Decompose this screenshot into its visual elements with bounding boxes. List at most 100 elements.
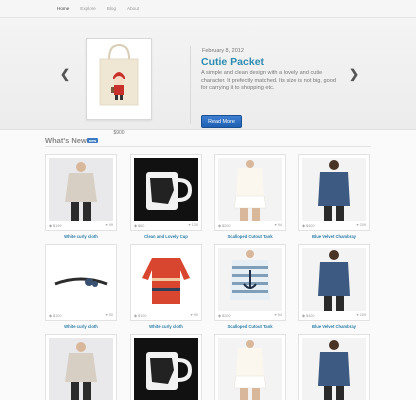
white-cloth-image xyxy=(49,338,113,400)
tank-image xyxy=(218,338,282,400)
product-image[interactable] xyxy=(218,338,282,400)
new-badge: new xyxy=(87,138,98,143)
product-image[interactable] xyxy=(49,338,113,400)
likes-label[interactable]: ♥ 90 xyxy=(190,313,198,317)
likes-label[interactable]: ♥ 209 xyxy=(356,223,366,227)
product-caption[interactable]: Scalloped Cutout Tank xyxy=(214,324,286,329)
read-more-button[interactable]: Read More xyxy=(201,115,242,128)
likes-label[interactable]: ♥ 99 xyxy=(105,223,113,227)
product-meta: ◆ $60 ♥ 130 xyxy=(134,223,198,229)
cup-image xyxy=(134,158,198,221)
price-label: ◆ $400 xyxy=(302,313,314,318)
hero-price: $900 xyxy=(113,130,125,136)
price-value: $400 xyxy=(305,314,315,318)
hero-carousel: ❮ ❯ $900 February 8, 2012 Cutie Packet A… xyxy=(0,18,416,136)
product-card[interactable]: ◆ $199 ♥ 99 xyxy=(45,154,117,231)
tank-image xyxy=(218,158,282,221)
price-label: ◆ $100 xyxy=(49,313,61,318)
product-meta: ◆ $199 ♥ 99 xyxy=(49,223,113,229)
chevron-left-icon[interactable]: ❮ xyxy=(60,68,70,80)
likes-label[interactable]: ♥ 94 xyxy=(274,223,282,227)
product-card[interactable] xyxy=(214,334,286,400)
chambray-image xyxy=(302,248,366,311)
product-meta: ◆ $400 ♥ 209 xyxy=(302,223,366,229)
product-caption[interactable]: Clean and Lovely Cup xyxy=(130,234,202,239)
product-card[interactable] xyxy=(130,334,202,400)
chambray-image xyxy=(302,158,366,221)
main-nav: Home Explore Blog About xyxy=(57,6,150,12)
price-label: ◆ $100 xyxy=(134,313,146,318)
product-image[interactable] xyxy=(302,158,366,221)
product-card[interactable] xyxy=(298,334,370,400)
anchor-sweater-image xyxy=(218,248,282,311)
product-card[interactable]: ◆ $200 ♥ 94 xyxy=(214,244,286,321)
product-meta: ◆ $400 ♥ 209 xyxy=(302,313,366,319)
product-meta: ◆ $100 ♥ 90 xyxy=(134,313,198,319)
hero-date: February 8, 2012 xyxy=(202,48,244,54)
white-cloth-image xyxy=(49,158,113,221)
likes-label[interactable]: ♥ 90 xyxy=(105,313,113,317)
likes-label[interactable]: ♥ 209 xyxy=(356,313,366,317)
price-label: ◆ $200 xyxy=(218,223,230,228)
hero-product-image[interactable] xyxy=(86,38,152,120)
product-caption[interactable]: Blue Velvet Chambray xyxy=(298,324,370,329)
product-caption[interactable]: White curly cloth xyxy=(45,324,117,329)
product-card[interactable]: ◆ $400 ♥ 209 xyxy=(298,244,370,321)
likes-count: 90 xyxy=(193,313,198,317)
likes-count: 130 xyxy=(191,223,198,227)
product-image[interactable] xyxy=(134,158,198,221)
product-caption[interactable]: White curly cloth xyxy=(130,324,202,329)
likes-count: 99 xyxy=(108,223,113,227)
chevron-right-icon[interactable]: ❯ xyxy=(349,68,359,80)
product-image[interactable] xyxy=(218,158,282,221)
section-divider xyxy=(45,146,371,147)
product-card[interactable]: ◆ $100 ♥ 90 xyxy=(130,244,202,321)
product-card[interactable]: ◆ $200 ♥ 94 xyxy=(214,154,286,231)
likes-label[interactable]: ♥ 94 xyxy=(274,313,282,317)
chambray-image xyxy=(302,338,366,400)
price-value: $100 xyxy=(137,314,147,318)
nav-explore[interactable]: Explore xyxy=(80,6,96,12)
price-label: ◆ $200 xyxy=(218,313,230,318)
product-caption[interactable]: Scalloped Cutout Tank xyxy=(214,234,286,239)
likes-label[interactable]: ♥ 130 xyxy=(188,223,198,227)
price-value: $400 xyxy=(305,224,315,228)
likes-count: 90 xyxy=(108,313,113,317)
product-meta: ◆ $100 ♥ 90 xyxy=(49,313,113,319)
sweater-image xyxy=(134,248,198,311)
product-meta: ◆ $200 ♥ 94 xyxy=(218,223,282,229)
price-label: ◆ $199 xyxy=(49,223,61,228)
product-card[interactable]: ◆ $60 ♥ 130 xyxy=(130,154,202,231)
nav-about[interactable]: About xyxy=(127,6,139,12)
price-value: $200 xyxy=(221,314,231,318)
headband-image xyxy=(49,248,113,311)
product-card[interactable]: ◆ $100 ♥ 90 xyxy=(45,244,117,321)
likes-count: 94 xyxy=(277,223,282,227)
top-navbar: Home Explore Blog About xyxy=(0,0,416,18)
product-image[interactable] xyxy=(302,248,366,311)
nav-home[interactable]: Home xyxy=(57,6,69,12)
price-value: $100 xyxy=(52,314,62,318)
product-card[interactable]: ◆ $400 ♥ 209 xyxy=(298,154,370,231)
product-image[interactable] xyxy=(134,338,198,400)
product-meta: ◆ $200 ♥ 94 xyxy=(218,313,282,319)
product-image[interactable] xyxy=(218,248,282,311)
price-value: $60 xyxy=(137,224,145,228)
hero-title[interactable]: Cutie Packet xyxy=(201,56,264,68)
product-image[interactable] xyxy=(302,338,366,400)
product-caption[interactable]: Blue Velvet Chambray xyxy=(298,234,370,239)
price-value: $199 xyxy=(52,224,62,228)
likes-count: 94 xyxy=(277,313,282,317)
product-image[interactable] xyxy=(49,158,113,221)
nav-blog[interactable]: Blog xyxy=(107,6,116,12)
section-title: What's New xyxy=(45,136,87,145)
product-image[interactable] xyxy=(134,248,198,311)
likes-count: 209 xyxy=(359,313,366,317)
product-card[interactable] xyxy=(45,334,117,400)
product-caption[interactable]: White curly cloth xyxy=(45,234,117,239)
product-image[interactable] xyxy=(49,248,113,311)
likes-count: 209 xyxy=(359,223,366,227)
price-label: ◆ $400 xyxy=(302,223,314,228)
hero-divider xyxy=(190,46,191,124)
price-value: $200 xyxy=(221,224,231,228)
